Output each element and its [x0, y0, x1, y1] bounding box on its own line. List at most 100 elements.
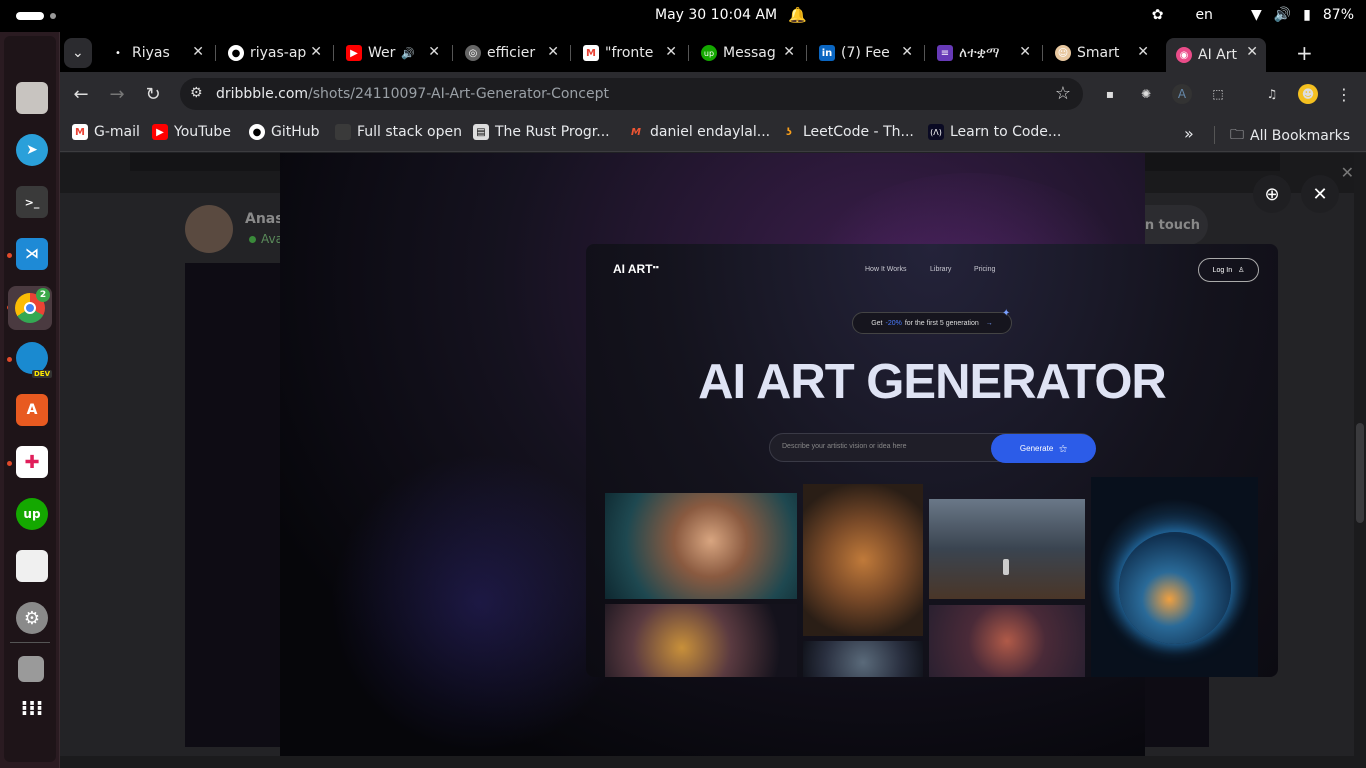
notification-bell-icon[interactable]: 🔔	[788, 6, 807, 24]
tab-4[interactable]: M "fronte ✕	[573, 38, 685, 68]
tab-close-icon[interactable]: ✕	[783, 44, 795, 60]
terminal-icon[interactable]: >_	[16, 186, 48, 218]
document-viewer-icon[interactable]	[16, 550, 48, 582]
tab-1[interactable]: ● riyas-ap ✕	[218, 38, 330, 68]
wifi-icon[interactable]: ▼	[1251, 7, 1262, 23]
address-bar[interactable]: ⚙ dribbble.com/shots/24110097-AI-Art-Gen…	[180, 78, 1083, 110]
lightbox-close-icon[interactable]: ✕	[1301, 175, 1339, 213]
tab-7[interactable]: ≡ ለተቋማ ✕	[927, 38, 1039, 68]
tab-close-icon[interactable]: ✕	[428, 44, 440, 60]
ai-art-landing-mockup: AI ART▪▪ How It Works Library Pricing Lo…	[586, 244, 1278, 677]
gallery-image-astronaut	[929, 499, 1085, 599]
avatar-icon: ☺	[1055, 45, 1071, 61]
page-viewport: Anast Ava n touch ✕ AI ART▪▪ How It Work…	[60, 153, 1366, 768]
profile-avatar-icon[interactable]: ☻	[1298, 84, 1318, 104]
bookmark-rust-book[interactable]: ▤ The Rust Progr...	[473, 124, 610, 140]
design-promo-pill: Get -20% for the first 5 generation →	[852, 312, 1012, 334]
audio-playing-icon[interactable]: 🔊	[401, 47, 415, 60]
linkedin-icon: in	[819, 45, 835, 61]
extensions-puzzle-icon[interactable]: ⬚	[1208, 84, 1228, 104]
youtube-icon: ▶	[152, 124, 168, 140]
files-icon[interactable]	[16, 82, 48, 114]
bookmark-freecodecamp[interactable]: (Λ) Learn to Code...	[928, 124, 1061, 140]
bookmark-daniel[interactable]: M daniel endaylal...	[628, 124, 770, 140]
workspace-dot[interactable]	[50, 13, 56, 19]
horizontal-scrollbar[interactable]	[60, 756, 1366, 768]
tab-list-button[interactable]: ⌄	[64, 38, 92, 68]
new-tab-button[interactable]: +	[1286, 38, 1316, 68]
tab-5[interactable]: up Messag ✕	[691, 38, 803, 68]
reload-icon[interactable]: ↻	[141, 82, 165, 106]
zoom-in-icon[interactable]: ⊕	[1253, 175, 1291, 213]
extension-1-icon[interactable]: ▪	[1100, 84, 1120, 104]
battery-icon[interactable]: ▮	[1303, 7, 1311, 23]
github-icon: ●	[228, 45, 244, 61]
bookmark-star-icon[interactable]: ☆	[1055, 83, 1071, 104]
github-icon: ●	[249, 124, 265, 140]
upwork-icon[interactable]: up	[16, 498, 48, 530]
design-logo: AI ART▪▪	[613, 262, 659, 276]
vscode-icon[interactable]: ⋊	[16, 238, 48, 270]
upwork-icon: up	[701, 45, 717, 61]
tab-0[interactable]: • Riyas ✕	[100, 38, 212, 68]
tab-close-icon[interactable]: ✕	[901, 44, 913, 60]
tab-6[interactable]: in (7) Fee ✕	[809, 38, 921, 68]
show-apps-icon[interactable]: ⁝⁝⁝	[16, 692, 48, 724]
volume-icon[interactable]: 🔊	[1274, 7, 1291, 23]
all-bookmarks-folder[interactable]: 🗀 All Bookmarks	[1230, 124, 1350, 148]
tab-close-icon[interactable]: ✕	[310, 44, 322, 60]
edge-dev-icon[interactable]: DEV	[16, 342, 52, 378]
tray-app-icon[interactable]: ✿	[1152, 7, 1164, 23]
language-indicator[interactable]: en	[1195, 7, 1213, 23]
bookmarks-overflow-icon[interactable]: »	[1184, 124, 1194, 143]
tab-close-icon[interactable]: ✕	[547, 44, 559, 60]
browser-toolbar: ← → ↻ ⚙ dribbble.com/shots/24110097-AI-A…	[60, 72, 1366, 116]
tab-8[interactable]: ☺ Smart ✕	[1045, 38, 1157, 68]
telegram-icon[interactable]: ➤	[16, 134, 48, 166]
tab-3[interactable]: ◎ efficier ✕	[455, 38, 567, 68]
tab-close-icon[interactable]: ✕	[1246, 44, 1258, 60]
design-login-button: Log In ♙	[1198, 258, 1259, 282]
tab-close-icon[interactable]: ✕	[665, 44, 677, 60]
tab-9-active[interactable]: ◉ AI Art ✕	[1166, 38, 1266, 72]
chrome-badge: 2	[36, 288, 50, 302]
workspace-indicator[interactable]	[16, 12, 44, 20]
slack-icon[interactable]: ✚	[16, 446, 48, 478]
chrome-icon[interactable]: 2	[8, 286, 52, 330]
extension-3-icon[interactable]: A	[1172, 84, 1192, 104]
overlay-close-icon[interactable]: ✕	[1341, 163, 1354, 182]
settings-icon[interactable]: ⚙	[16, 602, 48, 634]
vertical-scrollbar[interactable]	[1354, 153, 1366, 768]
design-nav-how-it-works: How It Works	[865, 266, 907, 273]
bookmark-leetcode[interactable]: ʖ LeetCode - Th...	[781, 124, 914, 140]
url-text[interactable]: dribbble.com/shots/24110097-AI-Art-Gener…	[216, 86, 609, 102]
browser-window: ⌄ • Riyas ✕ ● riyas-ap ✕ ▶ Wer 🔊 ✕ ◎ eff…	[60, 32, 1366, 768]
bookmark-gmail[interactable]: M G-mail	[72, 124, 140, 140]
back-icon[interactable]: ←	[69, 82, 93, 106]
edge-dev-badge: DEV	[31, 370, 52, 378]
globe-icon: ◎	[465, 45, 481, 61]
site-info-icon[interactable]: ⚙	[190, 85, 203, 101]
media-control-icon[interactable]: ♫	[1262, 84, 1282, 104]
tab-2[interactable]: ▶ Wer 🔊 ✕	[336, 38, 448, 68]
tab-close-icon[interactable]: ✕	[1137, 44, 1149, 60]
forward-icon[interactable]: →	[105, 82, 129, 106]
bookmark-youtube[interactable]: ▶ YouTube	[152, 124, 231, 140]
menu-icon[interactable]: ⋮	[1334, 84, 1354, 104]
author-avatar[interactable]	[185, 205, 233, 253]
battery-percent: 87%	[1322, 7, 1354, 23]
tab-close-icon[interactable]: ✕	[1019, 44, 1031, 60]
trash-icon[interactable]	[18, 656, 44, 682]
m-icon: M	[631, 126, 641, 138]
sparkle-icon: ✦	[1002, 308, 1011, 319]
design-nav-library: Library	[930, 266, 952, 273]
app-center-icon[interactable]: A	[16, 394, 48, 426]
bookmark-full-stack-open[interactable]: Full stack open	[335, 124, 462, 140]
gallery-image-helmet	[803, 641, 923, 677]
gmail-icon: M	[583, 45, 599, 61]
tab-close-icon[interactable]: ✕	[192, 44, 204, 60]
clock[interactable]: May 30 10:04 AM	[655, 7, 777, 23]
gallery-image-flowers	[605, 604, 797, 677]
extension-2-icon[interactable]: ✺	[1136, 84, 1156, 104]
bookmark-github[interactable]: ● GitHub	[249, 124, 320, 140]
